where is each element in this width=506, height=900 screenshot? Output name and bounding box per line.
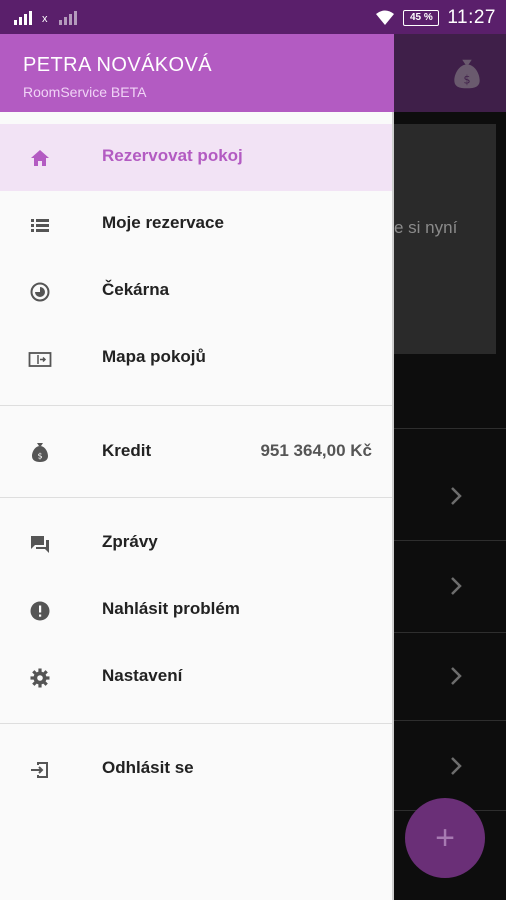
signal-icon [14, 9, 32, 25]
background-card [394, 124, 496, 354]
add-fab-button[interactable]: + [405, 798, 485, 878]
clock-icon [30, 282, 50, 302]
app-subtitle: RoomService BETA [23, 84, 147, 100]
nav-item-label: Čekárna [102, 280, 170, 299]
background-card-text: e si nyní [394, 218, 458, 237]
background-divider [394, 632, 506, 633]
background-divider [394, 428, 506, 429]
map-icon [28, 352, 52, 367]
drawer-header: PETRA NOVÁKOVÁ RoomService BETA [0, 34, 394, 112]
no-signal-label: x [42, 13, 48, 25]
nav-item-settings[interactable]: Nastavení [0, 644, 394, 711]
background-divider [394, 720, 506, 721]
nav-item-label: Mapa pokojů [102, 347, 206, 366]
chevron-right-icon [451, 577, 462, 595]
gear-icon [30, 668, 50, 688]
nav-item-label: Nahlásit problém [102, 599, 240, 618]
money-bag-icon: $ [32, 443, 48, 462]
chevron-right-icon [451, 487, 462, 505]
home-icon [31, 150, 49, 166]
navigation-drawer: PETRA NOVÁKOVÁ RoomService BETA Rezervov… [0, 34, 394, 900]
nav-item-label: Odhlásit se [102, 758, 194, 777]
drawer-divider [0, 405, 394, 406]
nav-item-my-reservations[interactable]: Moje rezervace [0, 191, 394, 258]
signal-icon-2 [58, 9, 77, 25]
nav-item-label: Rezervovat pokoj [102, 146, 243, 165]
chevron-right-icon [451, 757, 462, 775]
svg-text:$: $ [37, 452, 42, 461]
list-icon [31, 219, 49, 232]
nav-item-messages[interactable]: Zprávy [0, 510, 394, 577]
nav-item-label: Nastavení [102, 666, 183, 685]
nav-item-room-map[interactable]: Mapa pokojů [0, 325, 394, 392]
background-divider [394, 540, 506, 541]
status-bar: x 45 % 11:27 [0, 0, 506, 34]
chat-icon [31, 536, 49, 553]
battery-indicator: 45 % [403, 10, 440, 26]
user-name: PETRA NOVÁKOVÁ [23, 54, 212, 76]
drawer-divider [0, 723, 394, 724]
wifi-icon [376, 10, 395, 25]
nav-item-credit[interactable]: $ Kredit 951 364,00 Kč [0, 419, 394, 486]
signal-indicators: x [14, 9, 77, 25]
nav-item-waiting-room[interactable]: Čekárna [0, 258, 394, 325]
clock: 11:27 [447, 7, 496, 28]
nav-item-report-problem[interactable]: Nahlásit problém [0, 577, 394, 644]
alert-icon [30, 601, 50, 621]
nav-item-logout[interactable]: Odhlásit se [0, 736, 394, 803]
drawer-edge-shadow [392, 112, 394, 900]
credit-value: 951 364,00 Kč [260, 441, 372, 460]
logout-icon [31, 762, 48, 778]
nav-item-book-room[interactable]: Rezervovat pokoj [0, 124, 394, 191]
money-bag-icon: $ [454, 59, 480, 89]
nav-item-label: Kredit [102, 441, 152, 460]
svg-text:$: $ [463, 74, 470, 87]
nav-item-label: Zprávy [102, 532, 158, 551]
drawer-divider [0, 497, 394, 498]
nav-item-label: Moje rezervace [102, 213, 224, 232]
chevron-right-icon [451, 667, 462, 685]
